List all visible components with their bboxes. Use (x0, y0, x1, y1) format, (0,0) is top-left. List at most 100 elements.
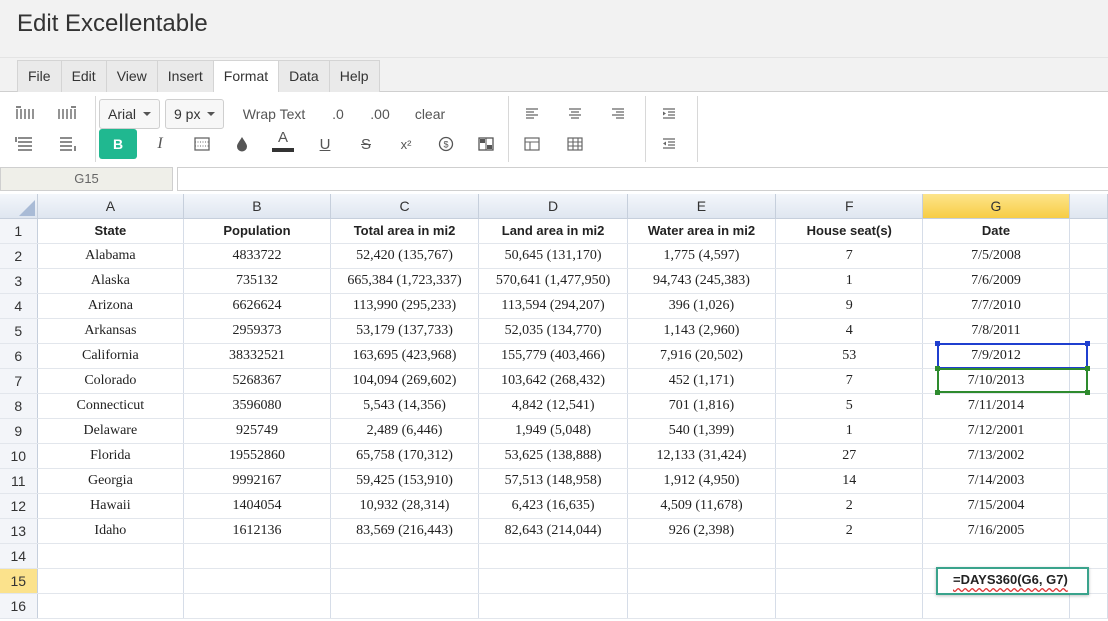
cell-g9[interactable]: 7/12/2001 (922, 418, 1070, 444)
formula-input[interactable] (177, 167, 1108, 191)
cell-c9[interactable]: 2,489 (6,446) (330, 418, 480, 444)
cell-e16[interactable] (627, 593, 777, 619)
cell-g16[interactable] (922, 593, 1070, 619)
insert-row-before-icon[interactable] (12, 129, 38, 159)
cell-e4[interactable]: 396 (1,026) (627, 293, 777, 319)
cell-b5[interactable]: 2959373 (183, 318, 331, 344)
cell-f14[interactable] (775, 543, 924, 569)
cell-f2[interactable]: 7 (775, 243, 924, 269)
cell-b9[interactable]: 925749 (183, 418, 331, 444)
cell-d8[interactable]: 4,842 (12,541) (478, 393, 628, 419)
cell-c15[interactable] (330, 568, 480, 594)
cell-e9[interactable]: 540 (1,399) (627, 418, 777, 444)
cell-f8[interactable]: 5 (775, 393, 924, 419)
cell-d3[interactable]: 570,641 (1,477,950) (478, 268, 628, 294)
cell-d6[interactable]: 155,779 (403,466) (478, 343, 628, 369)
clear-format-button[interactable]: clear (408, 99, 452, 129)
cell-d1[interactable]: Land area in mi2 (478, 218, 628, 244)
superscript-button[interactable]: x² (392, 129, 420, 159)
cell-c3[interactable]: 665,384 (1,723,337) (330, 268, 480, 294)
cell-c5[interactable]: 53,179 (137,733) (330, 318, 480, 344)
select-all-corner[interactable] (0, 194, 38, 219)
cell-overflow[interactable] (1069, 393, 1108, 419)
menu-edit[interactable]: Edit (62, 61, 107, 92)
cell-g14[interactable] (922, 543, 1070, 569)
cell-c11[interactable]: 59,425 (153,910) (330, 468, 480, 494)
insert-column-after-icon[interactable] (54, 99, 80, 129)
cell-d14[interactable] (478, 543, 628, 569)
column-header-f[interactable]: F (775, 194, 924, 219)
cell-c1[interactable]: Total area in mi2 (330, 218, 480, 244)
cell-f5[interactable]: 4 (775, 318, 924, 344)
cell-f7[interactable]: 7 (775, 368, 924, 394)
cell-d9[interactable]: 1,949 (5,048) (478, 418, 628, 444)
row-header[interactable]: 11 (0, 468, 38, 494)
cell-b6[interactable]: 38332521 (183, 343, 331, 369)
menu-help[interactable]: Help (330, 61, 379, 92)
column-header-g[interactable]: G (922, 194, 1070, 219)
row-header[interactable]: 1 (0, 218, 38, 244)
cell-g13[interactable]: 7/16/2005 (922, 518, 1070, 544)
menu-file[interactable]: File (18, 61, 62, 92)
cell-reference-box[interactable]: G15 (0, 167, 173, 191)
cell-a4[interactable]: Arizona (37, 293, 185, 319)
cell-g7[interactable]: 7/10/2013 (922, 368, 1070, 394)
borders-icon[interactable] (188, 129, 216, 159)
align-left-icon[interactable] (518, 99, 546, 129)
cell-f4[interactable]: 9 (775, 293, 924, 319)
row-header[interactable]: 12 (0, 493, 38, 519)
row-header[interactable]: 14 (0, 543, 38, 569)
cell-f3[interactable]: 1 (775, 268, 924, 294)
cell-e5[interactable]: 1,143 (2,960) (627, 318, 777, 344)
cell-d12[interactable]: 6,423 (16,635) (478, 493, 628, 519)
cell-f15[interactable] (775, 568, 924, 594)
cell-overflow[interactable] (1069, 418, 1108, 444)
cell-overflow[interactable] (1069, 443, 1108, 469)
strikethrough-button[interactable]: S (352, 129, 380, 159)
cell-a5[interactable]: Arkansas (37, 318, 185, 344)
menu-insert[interactable]: Insert (158, 61, 214, 92)
cell-b16[interactable] (183, 593, 331, 619)
cell-c14[interactable] (330, 543, 480, 569)
cell-c12[interactable]: 10,932 (28,314) (330, 493, 480, 519)
cell-d5[interactable]: 52,035 (134,770) (478, 318, 628, 344)
cell-b13[interactable]: 1612136 (183, 518, 331, 544)
cell-e6[interactable]: 7,916 (20,502) (627, 343, 777, 369)
cell-c2[interactable]: 52,420 (135,767) (330, 243, 480, 269)
cell-overflow[interactable] (1069, 493, 1108, 519)
bold-button[interactable]: B (99, 129, 137, 159)
wrap-text-button[interactable]: Wrap Text (236, 99, 312, 129)
cell-e14[interactable] (627, 543, 777, 569)
cell-g11[interactable]: 7/14/2003 (922, 468, 1070, 494)
cell-d4[interactable]: 113,594 (294,207) (478, 293, 628, 319)
row-header[interactable]: 8 (0, 393, 38, 419)
cell-e3[interactable]: 94,743 (245,383) (627, 268, 777, 294)
row-header[interactable]: 13 (0, 518, 38, 544)
cell-g5[interactable]: 7/8/2011 (922, 318, 1070, 344)
cell-b11[interactable]: 9992167 (183, 468, 331, 494)
align-center-icon[interactable] (561, 99, 589, 129)
insert-row-after-icon[interactable] (54, 129, 80, 159)
cell-a9[interactable]: Delaware (37, 418, 185, 444)
cell-overflow[interactable] (1069, 543, 1108, 569)
cell-c13[interactable]: 83,569 (216,443) (330, 518, 480, 544)
cell-g8[interactable]: 7/11/2014 (922, 393, 1070, 419)
cell-overflow[interactable] (1069, 243, 1108, 269)
cell-a3[interactable]: Alaska (37, 268, 185, 294)
font-family-dropdown[interactable]: Arial (99, 99, 161, 129)
cell-g12[interactable]: 7/15/2004 (922, 493, 1070, 519)
cell-f16[interactable] (775, 593, 924, 619)
indent-increase-icon[interactable] (655, 99, 683, 129)
cell-overflow[interactable] (1069, 293, 1108, 319)
cell-e2[interactable]: 1,775 (4,597) (627, 243, 777, 269)
conditional-format-icon[interactable] (472, 129, 500, 159)
cell-f10[interactable]: 27 (775, 443, 924, 469)
cell-overflow[interactable] (1069, 593, 1108, 619)
cell-c4[interactable]: 113,990 (295,233) (330, 293, 480, 319)
cell-c16[interactable] (330, 593, 480, 619)
cell-f12[interactable]: 2 (775, 493, 924, 519)
cell-overflow[interactable] (1069, 218, 1108, 244)
cell-a11[interactable]: Georgia (37, 468, 185, 494)
font-size-dropdown[interactable]: 9 px (165, 99, 225, 129)
cell-a7[interactable]: Colorado (37, 368, 185, 394)
